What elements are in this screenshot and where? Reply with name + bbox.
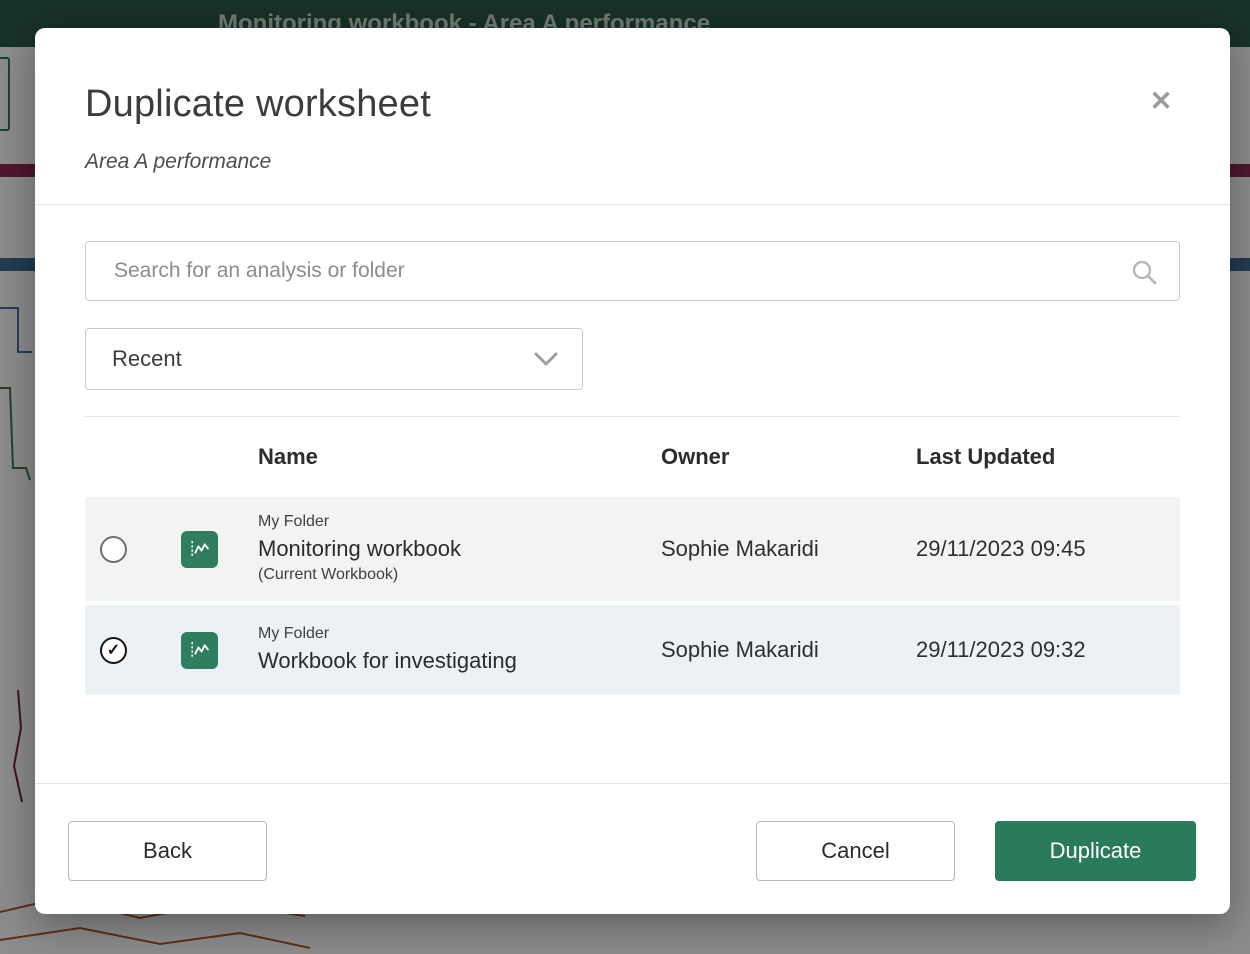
row-radio-unchecked[interactable] bbox=[100, 536, 127, 563]
row-owner: Sophie Makaridi bbox=[661, 536, 916, 562]
table-row[interactable]: My Folder Workbook for investigating Sop… bbox=[85, 605, 1180, 695]
duplicate-button[interactable]: Duplicate bbox=[995, 821, 1196, 881]
row-workbook-name: Monitoring workbook bbox=[258, 535, 661, 564]
row-owner: Sophie Makaridi bbox=[661, 637, 916, 663]
table-row[interactable]: My Folder Monitoring workbook (Current W… bbox=[85, 497, 1180, 601]
row-last-updated: 29/11/2023 09:45 bbox=[916, 536, 1180, 562]
search-box bbox=[85, 241, 1180, 301]
row-folder: My Folder bbox=[258, 512, 661, 533]
dropdown-selected-value: Recent bbox=[112, 346, 182, 372]
chevron-down-icon bbox=[534, 352, 558, 366]
dialog-body: Recent Name Owner Last Updated bbox=[35, 205, 1230, 783]
column-header-last-updated: Last Updated bbox=[916, 444, 1180, 470]
column-header-name: Name bbox=[258, 444, 661, 470]
table-header-row: Name Owner Last Updated bbox=[85, 417, 1180, 497]
search-icon bbox=[1131, 259, 1157, 285]
workbook-icon bbox=[181, 531, 218, 568]
row-radio-checked[interactable] bbox=[100, 637, 127, 664]
dialog-footer: Back Cancel Duplicate bbox=[35, 783, 1230, 914]
sort-filter-dropdown[interactable]: Recent bbox=[85, 328, 583, 390]
close-icon[interactable]: ✕ bbox=[1144, 84, 1178, 118]
duplicate-worksheet-dialog: ✕ Duplicate worksheet Area A performance… bbox=[35, 28, 1230, 914]
column-header-owner: Owner bbox=[661, 444, 916, 470]
row-last-updated: 29/11/2023 09:32 bbox=[916, 637, 1180, 663]
dialog-subtitle: Area A performance bbox=[85, 150, 1180, 174]
workbook-icon bbox=[181, 632, 218, 669]
cancel-button[interactable]: Cancel bbox=[756, 821, 955, 881]
row-note: (Current Workbook) bbox=[258, 565, 661, 586]
back-button[interactable]: Back bbox=[68, 821, 267, 881]
search-input[interactable] bbox=[86, 242, 1179, 300]
row-workbook-name: Workbook for investigating bbox=[258, 647, 661, 676]
dialog-title: Duplicate worksheet bbox=[85, 83, 1180, 126]
dialog-header: Duplicate worksheet Area A performance bbox=[35, 28, 1230, 205]
row-folder: My Folder bbox=[258, 624, 661, 645]
